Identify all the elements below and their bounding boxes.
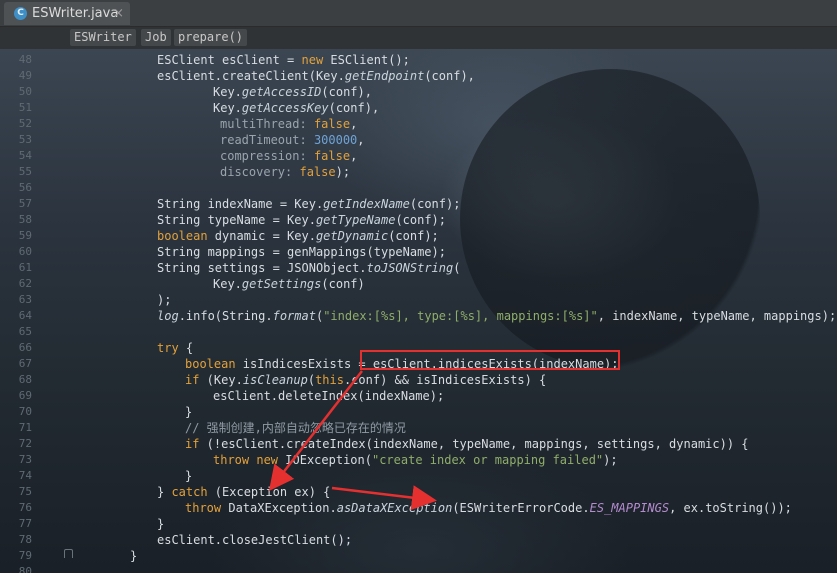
annotation-arrows bbox=[268, 370, 437, 511]
breadcrumb: ESWriter Job prepare() bbox=[0, 27, 837, 49]
breadcrumb-item-class[interactable]: ESWriter bbox=[70, 29, 136, 46]
breadcrumb-item-inner-class[interactable]: Job bbox=[141, 29, 171, 46]
java-class-icon: C bbox=[14, 7, 27, 20]
breadcrumb-item-method[interactable]: prepare() bbox=[174, 29, 248, 46]
annotation-arrow-to-throw bbox=[331, 485, 437, 511]
annotation-arrow-to-catch bbox=[268, 370, 363, 491]
close-icon[interactable]: × bbox=[113, 6, 124, 21]
tab-label: ESWriter.java bbox=[32, 6, 119, 21]
code-editor[interactable]: 48 49 50 51 52 53 54 55 56 57 58 59 60 61 62 63 64 65 66 67… bbox=[0, 49, 837, 573]
editor-tab-bar: C ESWriter.java × bbox=[0, 0, 837, 27]
tab-eswriter-java[interactable]: C ESWriter.java × bbox=[4, 2, 130, 25]
